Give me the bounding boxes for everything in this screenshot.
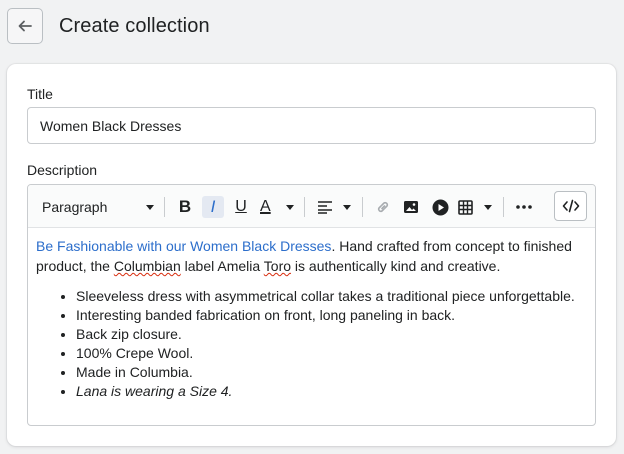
list-item: Back zip closure. (76, 325, 588, 344)
video-icon (432, 199, 448, 215)
list-item: 100% Crepe Wool. (76, 344, 588, 363)
toolbar-divider (503, 197, 504, 217)
paragraph-text: is authentically kind and creative. (291, 258, 501, 274)
chevron-down-icon (343, 204, 351, 210)
spellcheck-word: Toro (263, 258, 292, 274)
arrow-left-icon (18, 20, 32, 32)
spellcheck-word: Columbian (113, 258, 181, 274)
chevron-down-icon (286, 204, 294, 210)
chevron-down-icon (146, 204, 154, 210)
description-editor[interactable]: Paragraph B I U A Be Fashionable with ou… (27, 184, 596, 426)
list-item: Made in Columbia. (76, 363, 588, 382)
paragraph-format-select[interactable]: Paragraph (42, 196, 154, 218)
editor-toolbar: Paragraph B I U A (28, 185, 595, 228)
link-button[interactable] (373, 196, 393, 218)
feature-list: Sleeveless dress with asymmetrical colla… (36, 287, 588, 401)
list-item: Lana is wearing a Size 4. (76, 382, 588, 401)
toolbar-divider (362, 197, 363, 217)
page-title: Create collection (59, 15, 210, 37)
description-paragraph: Be Fashionable with our Women Black Dres… (36, 236, 588, 276)
align-left-icon (318, 201, 332, 214)
show-html-button[interactable] (554, 191, 587, 221)
table-button[interactable] (458, 196, 492, 218)
toolbar-divider (304, 197, 305, 217)
collection-card: Title Description Paragraph B I U A (7, 64, 616, 446)
paragraph-text: label Amelia (180, 258, 264, 274)
editor-content[interactable]: Be Fashionable with our Women Black Dres… (36, 236, 588, 401)
title-input[interactable] (27, 107, 596, 144)
align-button[interactable] (317, 196, 351, 218)
video-button[interactable] (430, 196, 450, 218)
collection-link[interactable]: Be Fashionable with our Women Black Dres… (36, 238, 331, 254)
table-icon (458, 199, 473, 215)
italic-button[interactable]: I (202, 196, 224, 218)
list-item: Interesting banded fabrication on front,… (76, 306, 588, 325)
more-icon (516, 205, 532, 209)
title-label: Title (27, 86, 53, 102)
image-button[interactable] (401, 196, 421, 218)
toolbar-divider (164, 197, 165, 217)
text-color-icon: A (260, 198, 271, 215)
more-actions-button[interactable] (514, 196, 534, 218)
chevron-down-icon (484, 204, 492, 210)
page-header: Create collection (0, 0, 624, 54)
back-button[interactable] (7, 8, 43, 44)
underline-button[interactable]: U (231, 196, 251, 218)
bold-button[interactable]: B (175, 196, 195, 218)
text-color-button[interactable]: A (260, 196, 294, 218)
list-item: Sleeveless dress with asymmetrical colla… (76, 287, 588, 306)
description-label: Description (27, 162, 98, 178)
image-icon (404, 201, 418, 213)
paragraph-format-label: Paragraph (42, 199, 108, 215)
link-icon (377, 201, 389, 213)
code-icon (562, 199, 579, 213)
